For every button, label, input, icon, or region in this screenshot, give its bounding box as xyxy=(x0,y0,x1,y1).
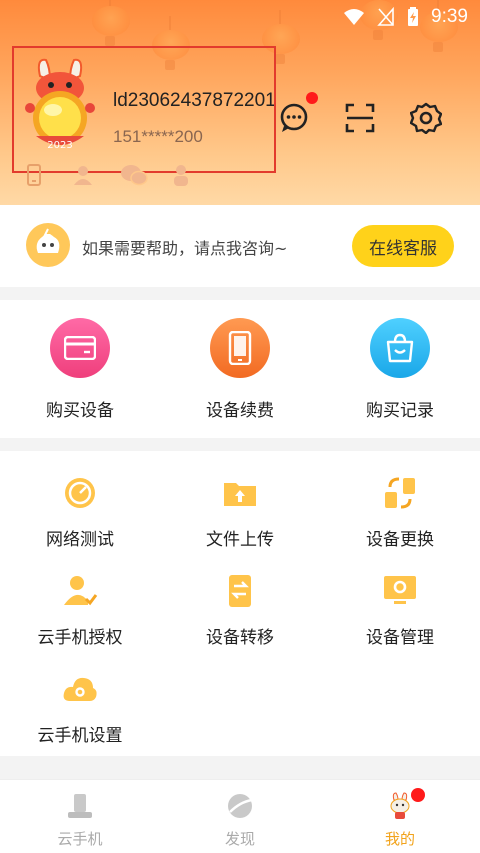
swap-device-icon xyxy=(385,477,415,509)
file-upload-item[interactable]: 文件上传 xyxy=(160,475,320,550)
scan-button[interactable] xyxy=(344,102,376,134)
renew-device-label: 设备续费 xyxy=(206,401,274,421)
card-icon xyxy=(50,318,110,378)
help-prompt-text: 如果需要帮助，请点我咨询~ xyxy=(82,239,288,258)
cloud-phone-authorize-label: 云手机授权 xyxy=(37,628,123,648)
device-replace-label: 设备更换 xyxy=(366,530,434,550)
bottom-tab-bar: 云手机 发现 我的 xyxy=(0,779,480,853)
tab-cloud-phone-label: 云手机 xyxy=(57,830,103,848)
network-test-item[interactable]: 网络测试 xyxy=(0,475,160,550)
device-manage-label: 设备管理 xyxy=(366,628,434,648)
phone-stand-icon xyxy=(68,794,92,818)
mascot-icon xyxy=(390,792,410,819)
tab-discover[interactable]: 发现 xyxy=(160,792,320,849)
planet-icon xyxy=(228,794,253,818)
cloud-phone-authorize-item[interactable]: 云手机授权 xyxy=(0,573,160,648)
buy-device-label: 购买设备 xyxy=(46,401,114,421)
tab-cloud-phone[interactable]: 云手机 xyxy=(0,792,160,849)
tab-discover-label: 发现 xyxy=(224,830,255,848)
tab-mine-label: 我的 xyxy=(384,830,415,848)
speedometer-icon xyxy=(65,478,95,508)
device-transfer-item[interactable]: 设备转移 xyxy=(160,573,320,648)
lantern-decoration xyxy=(92,0,130,46)
settings-button[interactable] xyxy=(410,102,442,134)
cloud-phone-settings-item[interactable]: 云手机设置 xyxy=(0,671,160,746)
scan-icon xyxy=(345,103,375,133)
cloud-settings-icon xyxy=(63,677,97,701)
assistant-avatar-icon xyxy=(26,223,70,267)
clock: 9:39 xyxy=(431,6,468,27)
shopping-bag-icon xyxy=(370,318,430,378)
file-upload-label: 文件上传 xyxy=(206,530,274,550)
wifi-icon xyxy=(344,9,365,25)
monitor-gear-icon xyxy=(384,576,416,604)
user-authorize-icon xyxy=(64,576,98,606)
purchase-section: 购买设备 设备续费 购买记录 xyxy=(0,300,480,438)
online-support-button[interactable]: 在线客服 xyxy=(352,225,454,267)
battery-icon xyxy=(408,7,419,26)
notification-dot xyxy=(411,788,425,802)
renew-device-item[interactable]: 设备续费 xyxy=(160,318,320,421)
account-binding-icons xyxy=(22,163,193,187)
profile-header: 9:39 2023 ld23062437872201 151*****200 xyxy=(0,0,480,205)
cloud-phone-settings-label: 云手机设置 xyxy=(37,726,123,746)
device-manage-item[interactable]: 设备管理 xyxy=(320,573,480,648)
chat-bubble-icon xyxy=(280,103,308,132)
transfer-icon xyxy=(229,575,251,607)
gear-icon xyxy=(410,102,442,134)
help-card: 如果需要帮助，请点我咨询~ 在线客服 xyxy=(0,205,480,287)
signal-icon xyxy=(377,7,394,26)
device-transfer-label: 设备转移 xyxy=(206,628,274,648)
profile-icon[interactable] xyxy=(169,163,193,187)
purchase-history-item[interactable]: 购买记录 xyxy=(320,318,480,421)
notification-dot xyxy=(306,92,318,104)
wechat-icon[interactable] xyxy=(120,163,148,187)
purchase-history-label: 购买记录 xyxy=(366,401,434,421)
highlight-box xyxy=(12,46,276,173)
tools-section: 网络测试 文件上传 设备更换 云手机授权 设备转移 设备管理 云手机设置 xyxy=(0,451,480,756)
status-bar: 9:39 xyxy=(343,0,480,34)
buy-device-item[interactable]: 购买设备 xyxy=(0,318,160,421)
tablet-icon xyxy=(210,318,270,378)
phone-icon[interactable] xyxy=(22,163,46,187)
message-button[interactable] xyxy=(278,102,310,134)
tab-mine[interactable]: 我的 xyxy=(320,788,480,849)
folder-upload-icon xyxy=(224,483,256,506)
device-replace-item[interactable]: 设备更换 xyxy=(320,475,480,550)
network-test-label: 网络测试 xyxy=(46,530,114,550)
user-icon[interactable] xyxy=(71,163,95,187)
